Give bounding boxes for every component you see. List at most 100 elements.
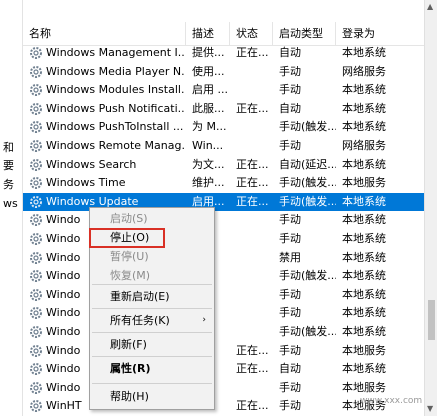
table-row[interactable]: Windows Management I... 提供... 正在... 自动 本地系统 [23,44,425,63]
cell-status: 正在... [236,194,269,208]
cell-status: 正在... [236,399,269,413]
menu-separator [92,308,212,309]
table-row[interactable]: Windo 手动 本地系统 [23,230,425,249]
table-row[interactable]: Windows Modules Install... 启用 ... 手动 本地系统 [23,81,425,100]
cell-status [236,118,273,137]
cell-status [236,379,273,398]
scroll-up-icon[interactable]: ▲ [427,2,433,11]
table-row[interactable]: Windows Push Notificati... 此服... 正在... 自动 本地… [23,100,425,119]
cell-logon: 本地系统 [342,83,386,97]
cell-startup: 禁用 [279,250,301,264]
cell-logon: 本地服务 [342,380,386,394]
service-gear-icon [30,233,42,245]
service-gear-icon [30,288,42,301]
table-row[interactable]: Windo 手动 本地系统 [23,286,425,305]
service-gear-icon [30,270,42,283]
menu-item[interactable]: 属性(R) [90,359,214,378]
cell-name: Windows Remote Manag... [46,139,184,152]
column-header-startup-type[interactable]: 启动类型 [273,22,336,45]
cell-name: Windows Media Player N... [46,64,184,78]
vertical-scrollbar[interactable]: ▲ ▼ [424,0,437,416]
service-gear-icon [30,102,42,115]
table-row[interactable]: Windo 手动(触发... 本地系统 [23,323,425,342]
cell-name: Windows PushToInstall ... [46,120,184,134]
table-row[interactable]: Windo 手动(触发... 本地系统 [23,267,425,286]
cell-startup: 自动(延迟... [279,157,336,171]
table-row[interactable]: Windo 手动 本地系统 [23,211,425,230]
cell-startup: 自动 [279,362,301,376]
table-row[interactable]: Windows Time 维护... 正在... 手动(触发... 本地服务 [23,174,425,193]
service-gear-icon [30,400,42,413]
menu-separator [92,356,212,357]
menu-item[interactable]: 重新启动(E) [90,287,214,306]
cell-name: Windows Modules Install... [46,83,184,97]
cell-logon: 本地系统 [342,213,386,227]
menu-item[interactable]: 刷新(F) [90,335,214,354]
cell-logon: 本地系统 [342,269,386,283]
menu-item-label: 启动(S) [110,212,148,225]
table-row[interactable]: Windows PushToInstall ... 为 M... 手动(触发... 本… [23,118,425,137]
table-row-selected[interactable]: Windows Update 启用... 正在... 手动(触发... 本地系统 [23,192,425,212]
menu-separator [92,332,212,333]
table-row[interactable]: Windo 正在... 自动 本地系统 [23,360,425,379]
cell-startup: 手动 [279,306,301,320]
cell-logon: 本地系统 [342,362,386,376]
menu-separator [92,383,212,384]
table-row[interactable]: Windo 禁用 本地系统 [23,249,425,268]
cell-status [236,304,273,323]
service-gear-icon [30,363,42,376]
cell-startup: 手动 [279,399,301,413]
left-fragment: 务 [3,178,14,191]
cell-startup: 手动 [279,213,301,227]
cell-name: Windows Push Notificati... [46,101,184,115]
cell-desc: 启用 ... [192,83,228,97]
menu-item-label: 帮助(H) [110,390,149,403]
table-row[interactable]: Windows Media Player N... 使用... 手动 网络服务 [23,63,425,82]
cell-startup: 手动 [279,380,301,394]
cell-status: 正在... [236,46,269,59]
service-gear-icon [30,195,42,208]
service-gear-icon [30,214,42,227]
cell-desc: 使用... [192,64,225,78]
cell-startup: 手动(触发... [279,120,336,134]
menu-item[interactable]: 所有任务(K) › [90,311,214,330]
menu-item-label: 所有任务(K) [110,314,170,327]
cell-status [236,137,273,156]
cell-status [236,249,273,268]
menu-item[interactable]: 帮助(H) [90,387,214,406]
cell-startup: 手动(触发... [279,194,336,208]
menu-item-label: 暂停(U) [110,250,149,263]
cell-status [236,230,273,249]
cell-logon: 网络服务 [342,64,386,78]
cell-startup: 手动(触发... [279,269,336,283]
table-row[interactable]: Windo 手动 本地系统 [23,304,425,323]
cell-desc: 提供... [192,46,225,59]
service-gear-icon [30,158,42,171]
table-row[interactable]: Windo 手动 本地服务 [23,379,425,398]
column-header-name[interactable]: 名称 [23,22,186,45]
table-row[interactable]: Windows Search 为文... 正在... 自动(延迟... 本地系统 [23,156,425,175]
cell-logon: 本地系统 [342,287,386,301]
cell-logon: 本地系统 [342,232,386,245]
column-header-description[interactable]: 描述 [186,22,230,45]
column-header-status[interactable]: 状态 [230,22,273,45]
cell-logon: 本地系统 [342,120,386,134]
service-gear-icon [30,344,42,357]
cell-logon: 本地系统 [342,157,386,171]
service-gear-icon [30,140,42,152]
table-row[interactable]: Windows Remote Manag... Win... 手动 网络服务 [23,137,425,156]
column-header-row: 名称 描述 状态 启动类型 登录为 [23,22,425,46]
cell-status [236,323,273,342]
cell-name: Windows Management I... [46,46,184,59]
table-row[interactable]: Windo 正在... 手动 本地服务 [23,342,425,361]
column-header-logon-as[interactable]: 登录为 [336,22,425,45]
cell-logon: 本地系统 [342,194,386,208]
cell-desc: 此服... [192,101,225,115]
menu-item: 恢复(M) [90,266,214,285]
chevron-right-icon: › [202,315,206,325]
menu-item-label: 重新启动(E) [110,290,170,303]
scrollbar-thumb[interactable] [428,300,435,340]
service-gear-icon [30,326,42,338]
cell-status [236,211,273,230]
scroll-down-icon[interactable]: ▼ [427,404,433,413]
